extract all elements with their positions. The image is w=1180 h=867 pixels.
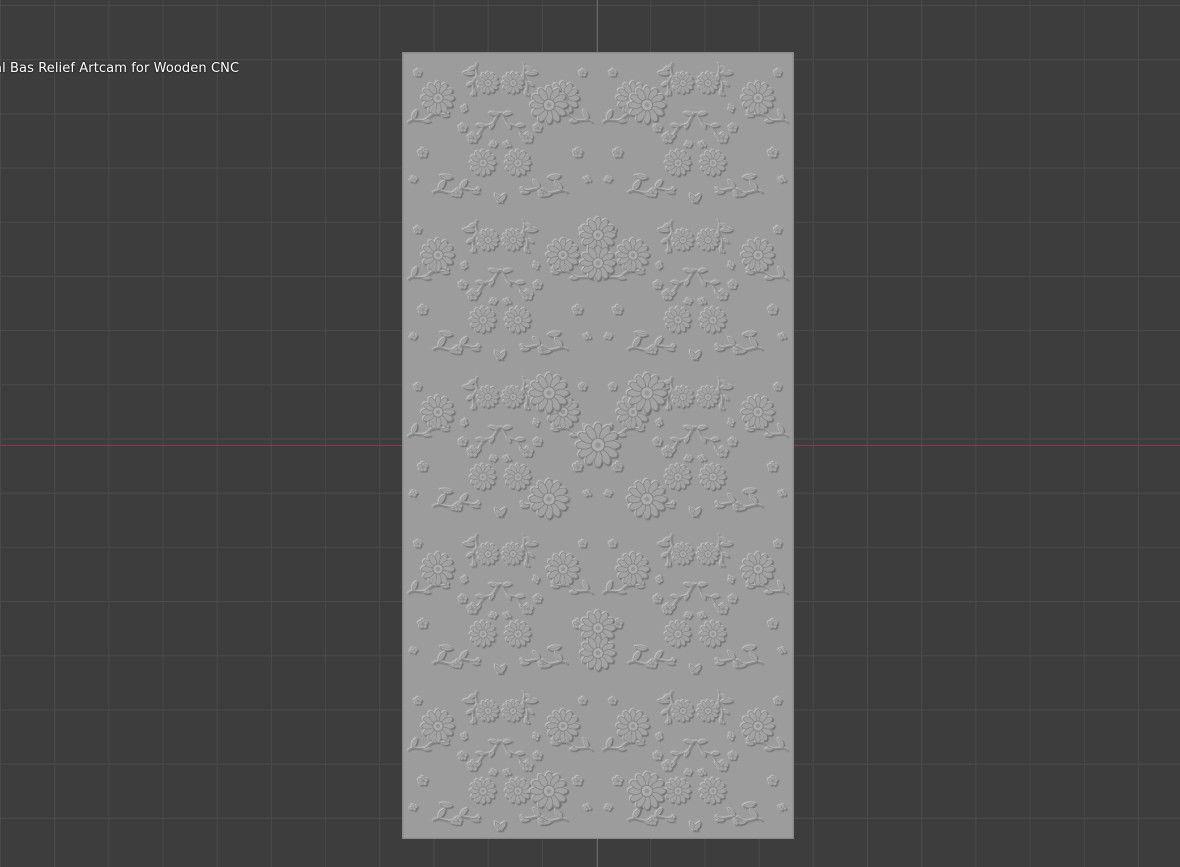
floral-relief-pattern: [403, 53, 793, 838]
3d-viewport[interactable]: al Bas Relief Artcam for Wooden CNC: [0, 0, 1180, 867]
bas-relief-panel[interactable]: [403, 53, 793, 838]
object-name-label: al Bas Relief Artcam for Wooden CNC: [0, 61, 240, 76]
